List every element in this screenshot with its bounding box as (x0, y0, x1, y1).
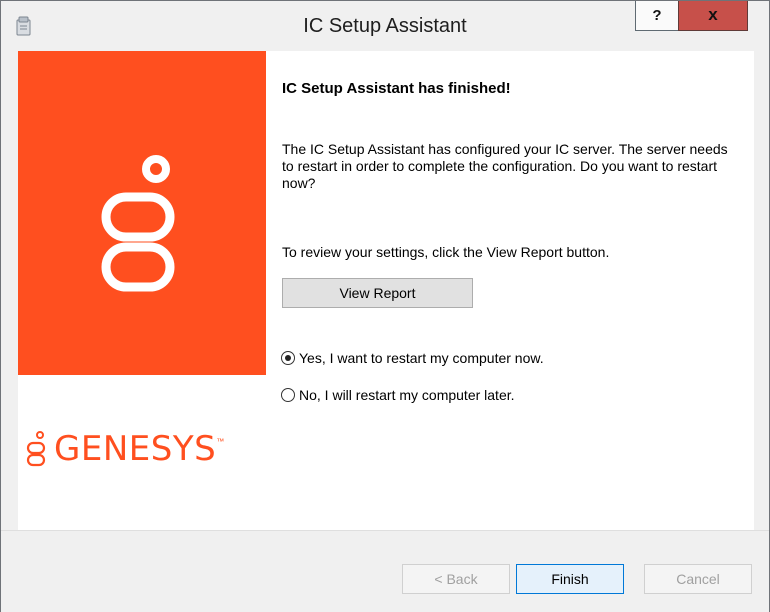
restart-later-option[interactable]: No, I will restart my computer later. (281, 385, 515, 405)
finished-heading: IC Setup Assistant has finished! (282, 80, 511, 97)
restart-message: The IC Setup Assistant has configured yo… (282, 141, 728, 191)
genesys-small-logo-icon (26, 431, 46, 467)
title-bar[interactable]: IC Setup Assistant ? x (1, 1, 769, 51)
back-button[interactable]: < Back (402, 564, 510, 594)
right-gutter (754, 51, 769, 530)
review-instructions: To review your settings, click the View … (282, 244, 610, 260)
help-button[interactable]: ? (635, 1, 679, 31)
setup-dialog-window: IC Setup Assistant ? x GENESYS ™ IC Setu… (0, 0, 770, 612)
left-gutter (1, 51, 18, 530)
brand-name: GENESYS (54, 429, 217, 469)
close-button[interactable]: x (678, 1, 748, 31)
finish-button[interactable]: Finish (516, 564, 624, 594)
brand-wordmark-panel: GENESYS ™ (18, 375, 266, 530)
restart-later-label[interactable]: No, I will restart my computer later. (299, 387, 515, 403)
restart-now-option[interactable]: Yes, I want to restart my computer now. (281, 348, 544, 368)
restart-now-label[interactable]: Yes, I want to restart my computer now. (299, 350, 544, 366)
brand-trademark: ™ (216, 437, 225, 446)
cancel-button[interactable]: Cancel (644, 564, 752, 594)
brand-panel (18, 51, 266, 375)
restart-later-radio[interactable] (281, 388, 295, 402)
genesys-logo-icon (101, 155, 175, 292)
restart-now-radio[interactable] (281, 351, 295, 365)
genesys-wordmark: GENESYS ™ (26, 427, 224, 471)
view-report-button[interactable]: View Report (282, 278, 473, 308)
button-bar: < Back Finish Cancel (1, 530, 769, 612)
